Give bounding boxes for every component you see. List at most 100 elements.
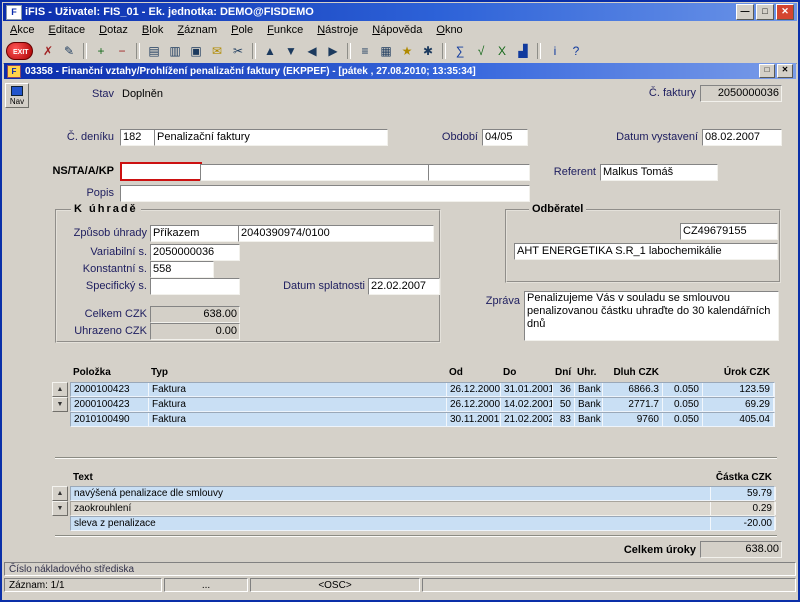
odberatel-nazev-field[interactable]: AHT ENERGETIKA S.R_1 labochemikálie bbox=[514, 243, 778, 260]
window-title: iFIS - Uživatel: FIS_01 - Ek. jednotka: … bbox=[25, 6, 314, 18]
nav-tab[interactable]: Nav bbox=[5, 83, 29, 108]
close-button[interactable]: ✕ bbox=[776, 4, 794, 20]
menu-item-akce[interactable]: Akce bbox=[3, 22, 41, 38]
menu-item-editace[interactable]: Editace bbox=[41, 22, 92, 38]
cell-typ: Faktura bbox=[149, 413, 447, 426]
zprava-textarea[interactable]: Penalizujeme Vás v souladu se smlouvou p… bbox=[524, 291, 779, 341]
minimize-button[interactable]: — bbox=[736, 4, 754, 20]
tools-icon[interactable]: ✱ bbox=[418, 42, 438, 60]
list-icon[interactable]: ▤ bbox=[144, 42, 164, 60]
datum-vystaveni-field[interactable]: 08.02.2007 bbox=[702, 129, 782, 146]
odberatel-dic-field[interactable]: CZ49679155 bbox=[680, 223, 778, 240]
cell-urok: 405.04 bbox=[703, 413, 774, 426]
menu-bar: Akce Editace Dotaz Blok Záznam Pole Funk… bbox=[3, 21, 797, 40]
cell-text: zaokrouhlení bbox=[71, 502, 711, 515]
nav-icon bbox=[11, 86, 23, 96]
grid-icon[interactable]: ▦ bbox=[376, 42, 396, 60]
datum-splatnosti-field[interactable]: 22.02.2007 bbox=[368, 278, 440, 295]
zpusob-uhrady-field[interactable]: Příkazem bbox=[150, 225, 240, 242]
exit-button[interactable]: EXIT bbox=[6, 42, 33, 60]
cislo-deniku-label: Č. deníku bbox=[30, 131, 114, 143]
mail-icon[interactable]: ✉ bbox=[207, 42, 227, 60]
cell-polozka: 2000100423 bbox=[71, 398, 149, 411]
status-osc: <OSC> bbox=[250, 578, 420, 592]
check-icon[interactable]: √ bbox=[471, 42, 491, 60]
menu-item-dotaz[interactable]: Dotaz bbox=[92, 22, 135, 38]
menu-item-blok[interactable]: Blok bbox=[135, 22, 170, 38]
text-table-row[interactable]: sleva z penalizace -20.00 bbox=[70, 516, 775, 531]
cell-castka: -20.00 bbox=[711, 517, 776, 530]
mdi-restore-button[interactable]: □ bbox=[759, 64, 775, 78]
menu-item-zaznam[interactable]: Záznam bbox=[170, 22, 224, 38]
popis-field[interactable] bbox=[120, 185, 530, 202]
col-header-do: Do bbox=[500, 366, 552, 381]
items-table-row[interactable]: 2000100423 Faktura 26.12.2000 14.02.2001… bbox=[70, 397, 775, 412]
menu-item-okno[interactable]: Okno bbox=[429, 22, 469, 38]
delete-record-icon[interactable]: − bbox=[112, 42, 132, 60]
cislo-deniku-field[interactable]: 182 bbox=[120, 129, 156, 146]
section-separator bbox=[55, 457, 777, 459]
referent-field[interactable]: Malkus Tomáš bbox=[600, 164, 718, 181]
ns-field-2[interactable] bbox=[200, 164, 430, 181]
text-table-row[interactable]: navýšená penalizace dle smlouvy 59.79 bbox=[70, 486, 775, 501]
ns-field-1[interactable] bbox=[120, 162, 202, 181]
cell-castka: 0.29 bbox=[711, 502, 776, 515]
obdobi-field[interactable]: 04/05 bbox=[482, 129, 528, 146]
celkem-uroky-field: 638.00 bbox=[700, 541, 782, 558]
menu-item-funkce[interactable]: Funkce bbox=[260, 22, 310, 38]
items-scroll-up-icon[interactable]: ▲ bbox=[52, 382, 68, 397]
stav-value: Doplněn bbox=[122, 88, 163, 100]
cut-icon[interactable]: ✂ bbox=[228, 42, 248, 60]
toolbar-separator bbox=[347, 43, 351, 59]
konstantni-field[interactable]: 558 bbox=[150, 261, 214, 278]
items-table-row[interactable]: 2010100490 Faktura 30.11.2001 21.02.2002… bbox=[70, 412, 775, 427]
mdi-titlebar[interactable]: F 03358 - Finanční vztahy/Prohlížení pen… bbox=[4, 63, 796, 79]
status-hint: Číslo nákladového střediska bbox=[4, 562, 796, 576]
excel-icon[interactable]: X bbox=[492, 42, 512, 60]
text-table-row[interactable]: zaokrouhlení 0.29 bbox=[70, 501, 775, 516]
text-scroll-up-icon[interactable]: ▲ bbox=[52, 486, 68, 501]
save-icon[interactable]: ▥ bbox=[165, 42, 185, 60]
variabilni-field[interactable]: 2050000036 bbox=[150, 244, 240, 261]
toolbar-separator bbox=[252, 43, 256, 59]
chart-icon[interactable]: ▟ bbox=[513, 42, 533, 60]
clear-form-icon[interactable]: ✗ bbox=[38, 42, 58, 60]
specificky-field[interactable] bbox=[150, 278, 240, 295]
col-header-castka: Částka CZK bbox=[710, 471, 775, 486]
sum-icon[interactable]: ∑ bbox=[450, 42, 470, 60]
cell-text: navýšená penalizace dle smlouvy bbox=[71, 487, 711, 500]
denik-nazev-field[interactable]: Penalizační faktury bbox=[154, 129, 388, 146]
query-icon[interactable]: ≡ bbox=[355, 42, 375, 60]
edit-icon[interactable]: ✎ bbox=[59, 42, 79, 60]
section-separator bbox=[55, 535, 777, 537]
help-icon[interactable]: ? bbox=[566, 42, 586, 60]
cell-polozka: 2010100490 bbox=[71, 413, 149, 426]
cell-typ: Faktura bbox=[149, 398, 447, 411]
ucet-field[interactable]: 2040390974/0100 bbox=[238, 225, 434, 242]
favorites-icon[interactable]: ★ bbox=[397, 42, 417, 60]
menu-item-napoveda[interactable]: Nápověda bbox=[365, 22, 429, 38]
info-icon[interactable]: i bbox=[545, 42, 565, 60]
items-table-row[interactable]: 2000100423 Faktura 26.12.2000 31.01.2001… bbox=[70, 382, 775, 397]
status-dots: ... bbox=[164, 578, 248, 592]
insert-record-icon[interactable]: + bbox=[91, 42, 111, 60]
next-block-icon[interactable]: ▶ bbox=[323, 42, 343, 60]
nav-strip: Nav bbox=[4, 79, 30, 560]
cell-text: sleva z penalizace bbox=[71, 517, 711, 530]
maximize-button[interactable]: □ bbox=[756, 4, 774, 20]
menu-item-pole[interactable]: Pole bbox=[224, 22, 260, 38]
mdi-close-button[interactable]: ✕ bbox=[777, 64, 793, 78]
window-titlebar[interactable]: F iFIS - Uživatel: FIS_01 - Ek. jednotka… bbox=[3, 3, 797, 21]
prev-record-icon[interactable]: ▲ bbox=[260, 42, 280, 60]
datum-vystaveni-label: Datum vystavení bbox=[586, 131, 698, 143]
text-scroll-down-icon[interactable]: ▼ bbox=[52, 501, 68, 516]
next-record-icon[interactable]: ▼ bbox=[281, 42, 301, 60]
prev-block-icon[interactable]: ◀ bbox=[302, 42, 322, 60]
cell-dluh: 9760 bbox=[603, 413, 663, 426]
popis-label: Popis bbox=[30, 187, 114, 199]
cell-dni: 83 bbox=[553, 413, 575, 426]
menu-item-nastroje[interactable]: Nástroje bbox=[310, 22, 365, 38]
col-header-uhr: Uhr. bbox=[574, 366, 602, 381]
print-icon[interactable]: ▣ bbox=[186, 42, 206, 60]
items-scroll-down-icon[interactable]: ▼ bbox=[52, 397, 68, 412]
